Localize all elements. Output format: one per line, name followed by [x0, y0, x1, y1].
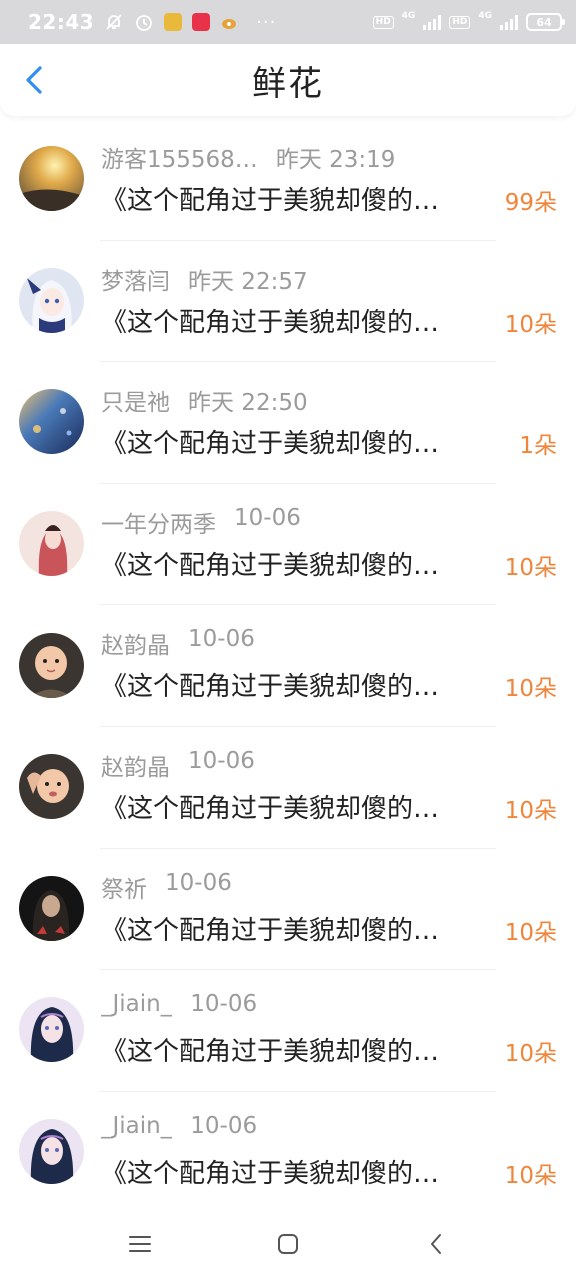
list-item[interactable]: 赵韵晶 10-06 《这个配角过于美貌却傻的… 10朵	[0, 725, 576, 848]
chevron-left-icon	[26, 66, 42, 94]
list-item[interactable]: _Jiain_ 10-06 《这个配角过于美貌却傻的… 10朵	[0, 1090, 576, 1213]
hd-indicator: HD	[449, 15, 471, 29]
status-bar: 22:43 ··· HD 4G HD 4G 64	[0, 0, 576, 44]
flower-count: 10朵	[504, 676, 557, 703]
user-name: 祭祈	[101, 876, 147, 903]
flower-count: 10朵	[504, 1041, 557, 1068]
list-item[interactable]: 只是祂 昨天 22:50 《这个配角过于美貌却傻的… 1朵	[0, 361, 576, 483]
alarm-icon	[134, 12, 154, 32]
list-item[interactable]: _Jiain_ 10-06 《这个配角过于美貌却傻的… 10朵	[0, 969, 576, 1091]
back-icon	[431, 1234, 441, 1254]
nav-back-button[interactable]	[416, 1224, 456, 1264]
flower-count: 10朵	[504, 554, 557, 581]
book-title: 《这个配角过于美貌却傻的…	[101, 186, 440, 216]
avatar[interactable]	[19, 1119, 84, 1185]
list-item[interactable]: 一年分两季 10-06 《这个配角过于美貌却傻的… 10朵	[0, 482, 576, 605]
flower-list: 游客155568… 昨天 23:19 《这个配角过于美貌却傻的… 99朵 梦落闫昨…	[0, 118, 576, 1212]
avatar[interactable]	[19, 632, 84, 698]
hd-indicator: HD	[372, 15, 394, 29]
avatar[interactable]	[19, 997, 84, 1063]
timestamp: 10-06	[165, 869, 232, 896]
menu-icon	[129, 1236, 151, 1252]
flower-count: 10朵	[504, 1162, 557, 1189]
network-type: 4G	[401, 11, 416, 21]
list-item[interactable]: 梦落闫 昨天 22:57 《这个配角过于美貌却傻的… 10朵	[0, 239, 576, 362]
flower-count: 1朵	[519, 433, 557, 460]
timestamp: 昨天 23:19	[275, 147, 396, 173]
app-icon	[192, 13, 211, 31]
avatar[interactable]	[19, 875, 84, 941]
book-title: 《这个配角过于美貌却傻的…	[101, 429, 440, 460]
more-notifications: ···	[256, 11, 277, 33]
book-title: 《这个配角过于美貌却傻的…	[101, 1037, 440, 1068]
home-icon	[278, 1234, 298, 1254]
user-name: 梦落闫	[101, 268, 170, 295]
user-name: _Jiain_	[101, 1112, 173, 1139]
user-name: 只是祂	[101, 390, 170, 417]
battery-icon: 64	[526, 13, 565, 31]
book-title: 《这个配角过于美貌却傻的…	[101, 307, 440, 338]
book-title: 《这个配角过于美貌却傻的…	[101, 672, 440, 703]
mute-bell-icon	[104, 12, 124, 32]
book-title: 《这个配角过于美貌却傻的…	[101, 550, 440, 581]
user-name: _Jiain_	[101, 991, 173, 1018]
user-name: 赵韵晶	[101, 633, 170, 660]
flower-count: 99朵	[504, 190, 557, 216]
flower-count: 10朵	[504, 797, 557, 824]
avatar[interactable]	[19, 511, 84, 577]
page-title: 鲜花	[252, 63, 324, 104]
signal-icon	[500, 14, 518, 30]
user-name: 游客155568…	[101, 147, 258, 173]
flower-count: 10朵	[504, 311, 557, 338]
timestamp: 10-06	[190, 991, 258, 1018]
header: 鲜花	[0, 44, 576, 116]
app-icon	[164, 13, 183, 31]
avatar[interactable]	[19, 389, 84, 455]
flower-count: 10朵	[504, 919, 557, 946]
list-item[interactable]: 游客155568… 昨天 23:19 《这个配角过于美貌却傻的… 99朵	[0, 118, 576, 240]
back-button[interactable]	[14, 60, 54, 100]
book-title: 《这个配角过于美貌却傻的…	[101, 793, 440, 824]
list-item[interactable]: 祭祈 10-06 《这个配角过于美貌却傻的… 10朵	[0, 847, 576, 970]
list-item[interactable]: 赵韵晶 10-06 《这个配角过于美貌却傻的… 10朵	[0, 604, 576, 726]
book-title: 《这个配角过于美貌却傻的…	[101, 1158, 440, 1189]
timestamp: 10-06	[188, 747, 255, 774]
book-title: 《这个配角过于美貌却傻的…	[101, 915, 440, 946]
avatar[interactable]	[19, 146, 84, 212]
network-type: 4G	[478, 11, 492, 21]
timestamp: 10-06	[234, 504, 301, 531]
weibo-icon	[220, 12, 240, 32]
timestamp: 昨天 22:57	[188, 268, 308, 295]
menu-button[interactable]	[120, 1224, 160, 1264]
timestamp: 10-06	[190, 1112, 258, 1139]
timestamp: 10-06	[188, 626, 255, 653]
avatar[interactable]	[19, 754, 84, 820]
battery-level: 64	[536, 15, 552, 29]
status-time: 22:43	[28, 10, 95, 34]
user-name: 一年分两季	[101, 511, 216, 538]
home-button[interactable]	[268, 1224, 308, 1264]
signal-icon	[423, 14, 442, 30]
timestamp: 昨天 22:50	[188, 390, 308, 417]
system-nav-bar	[0, 1208, 576, 1280]
avatar[interactable]	[19, 267, 84, 333]
user-name: 赵韵晶	[101, 754, 170, 781]
